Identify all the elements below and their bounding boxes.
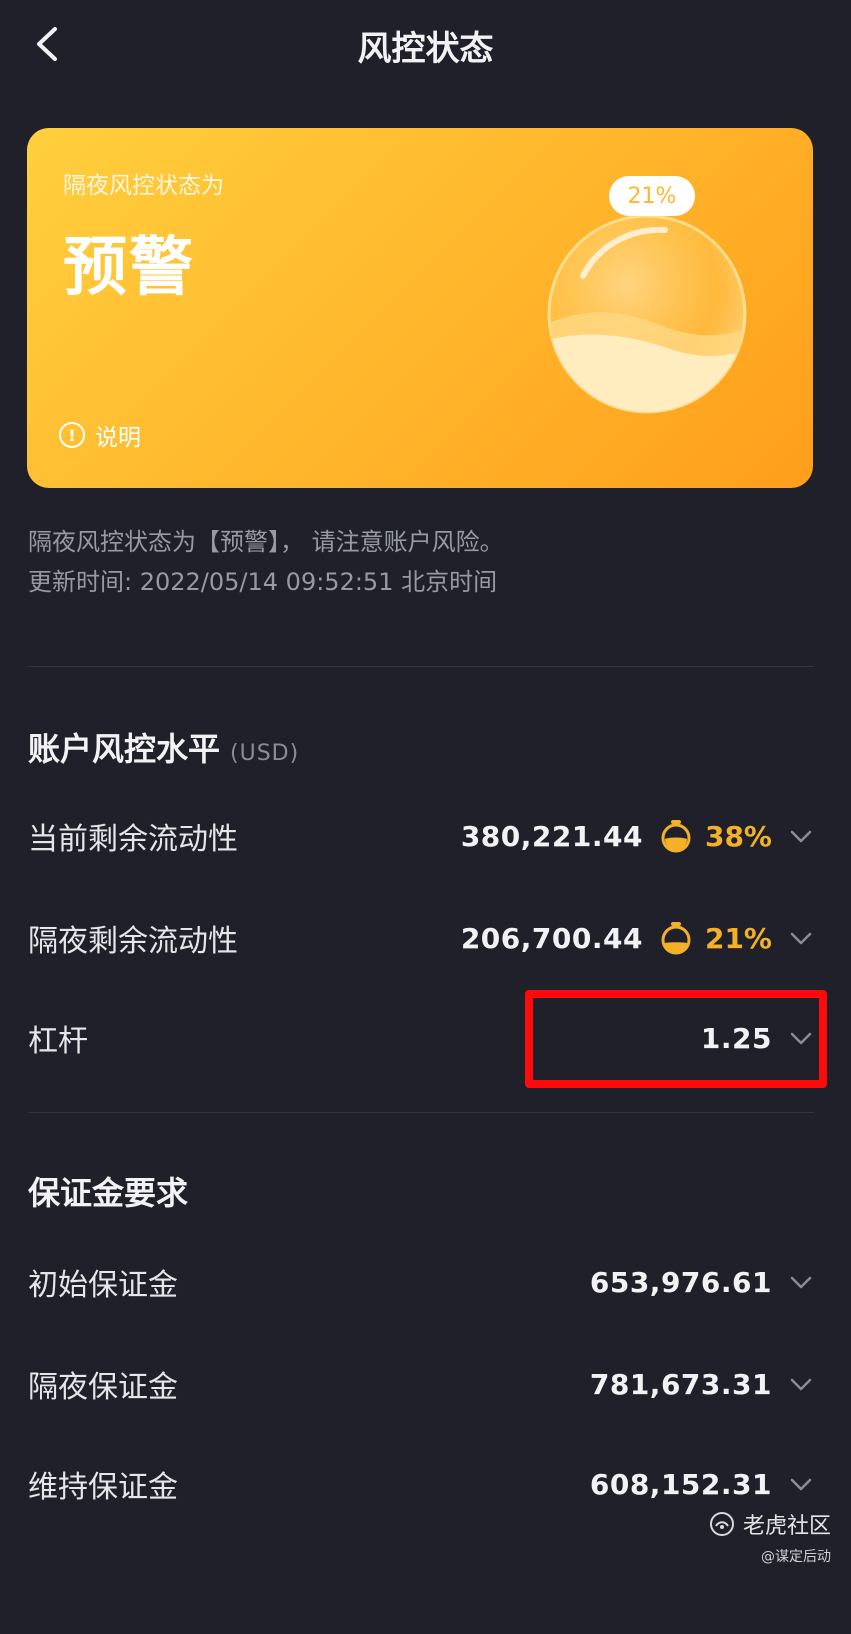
explain-link[interactable]: ! 说明: [59, 418, 141, 452]
row-value: 653,976.61: [589, 1265, 772, 1299]
divider: [28, 1112, 814, 1113]
watermark: 老虎社区 @谋定后动: [709, 1508, 831, 1566]
timer-gauge-icon: [661, 820, 691, 853]
row-overnight-liquidity[interactable]: 隔夜剩余流动性 206,700.44 21%: [28, 908, 814, 968]
chevron-down-icon: [790, 830, 812, 843]
row-label: 维持保证金: [28, 1470, 178, 1505]
info-icon: !: [59, 422, 85, 448]
update-time: 更新时间: 2022/05/14 09:52:51 北京时间: [28, 568, 498, 596]
margin-section-title: 保证金要求: [28, 1174, 189, 1212]
page-title: 风控状态: [357, 28, 494, 69]
row-label: 隔夜保证金: [28, 1370, 178, 1405]
explain-label: 说明: [95, 425, 141, 451]
row-value: 380,221.44: [460, 819, 643, 853]
card-caption: 隔夜风控状态为: [63, 173, 224, 199]
row-label: 隔夜剩余流动性: [28, 924, 238, 959]
tiger-logo-icon: [709, 1512, 734, 1536]
row-value: 608,152.31: [589, 1467, 772, 1501]
top-bar: 风控状态: [0, 0, 851, 90]
watermark-user: @谋定后动: [761, 1549, 831, 1565]
row-percent: 21%: [704, 921, 772, 955]
chevron-down-icon: [790, 1478, 812, 1491]
row-right: 608,152.31: [590, 1468, 814, 1501]
row-right: 206,700.44 21%: [461, 921, 814, 955]
row-initial-margin[interactable]: 初始保证金 653,976.61: [28, 1252, 814, 1312]
row-current-liquidity[interactable]: 当前剩余流动性 380,221.44 38%: [28, 806, 814, 866]
chevron-down-icon: [790, 1276, 812, 1289]
chevron-down-icon: [790, 1032, 812, 1045]
row-right: 1.25: [701, 1022, 814, 1055]
row-right: 781,673.31: [590, 1368, 814, 1401]
row-label: 杠杆: [28, 1024, 88, 1059]
row-label: 当前剩余流动性: [28, 822, 238, 857]
row-label: 初始保证金: [28, 1268, 178, 1303]
row-leverage[interactable]: 杠杆 1.25: [28, 1008, 814, 1068]
timer-gauge-icon: [661, 922, 691, 955]
divider: [28, 666, 814, 667]
row-value: 1.25: [700, 1021, 772, 1055]
description-line: 隔夜风控状态为【预警】， 请注意账户风险。: [28, 528, 504, 556]
risk-section-title: 账户风控水平 (USD): [28, 724, 299, 770]
watermark-brand: 老虎社区: [742, 1514, 831, 1539]
row-percent: 38%: [704, 819, 772, 853]
card-status-text: 预警: [63, 231, 195, 305]
risk-status-card: 隔夜风控状态为 预警 21% ! 说明: [27, 128, 813, 488]
watermark-brand-row: 老虎社区: [709, 1508, 831, 1540]
row-right: 653,976.61: [590, 1266, 814, 1299]
chevron-down-icon: [790, 1378, 812, 1391]
currency-unit: (USD): [230, 741, 300, 766]
chevron-down-icon: [790, 932, 812, 945]
row-overnight-margin[interactable]: 隔夜保证金 781,673.31: [28, 1354, 814, 1414]
row-value: 206,700.44: [460, 921, 643, 955]
risk-section-title-text: 账户风控水平: [28, 730, 221, 768]
back-chevron-icon[interactable]: [28, 24, 68, 64]
status-description: 隔夜风控状态为【预警】， 请注意账户风险。 更新时间: 2022/05/14 0…: [28, 522, 504, 602]
row-right: 380,221.44 38%: [461, 819, 814, 853]
percent-badge: 21%: [609, 176, 695, 216]
risk-status-page: 风控状态 隔夜风控状态为 预警 21% ! 说明 隔夜风控状态为【预警】， 请注…: [0, 0, 851, 1634]
row-value: 781,673.31: [589, 1367, 772, 1401]
row-maintenance-margin[interactable]: 维持保证金 608,152.31: [28, 1454, 814, 1514]
